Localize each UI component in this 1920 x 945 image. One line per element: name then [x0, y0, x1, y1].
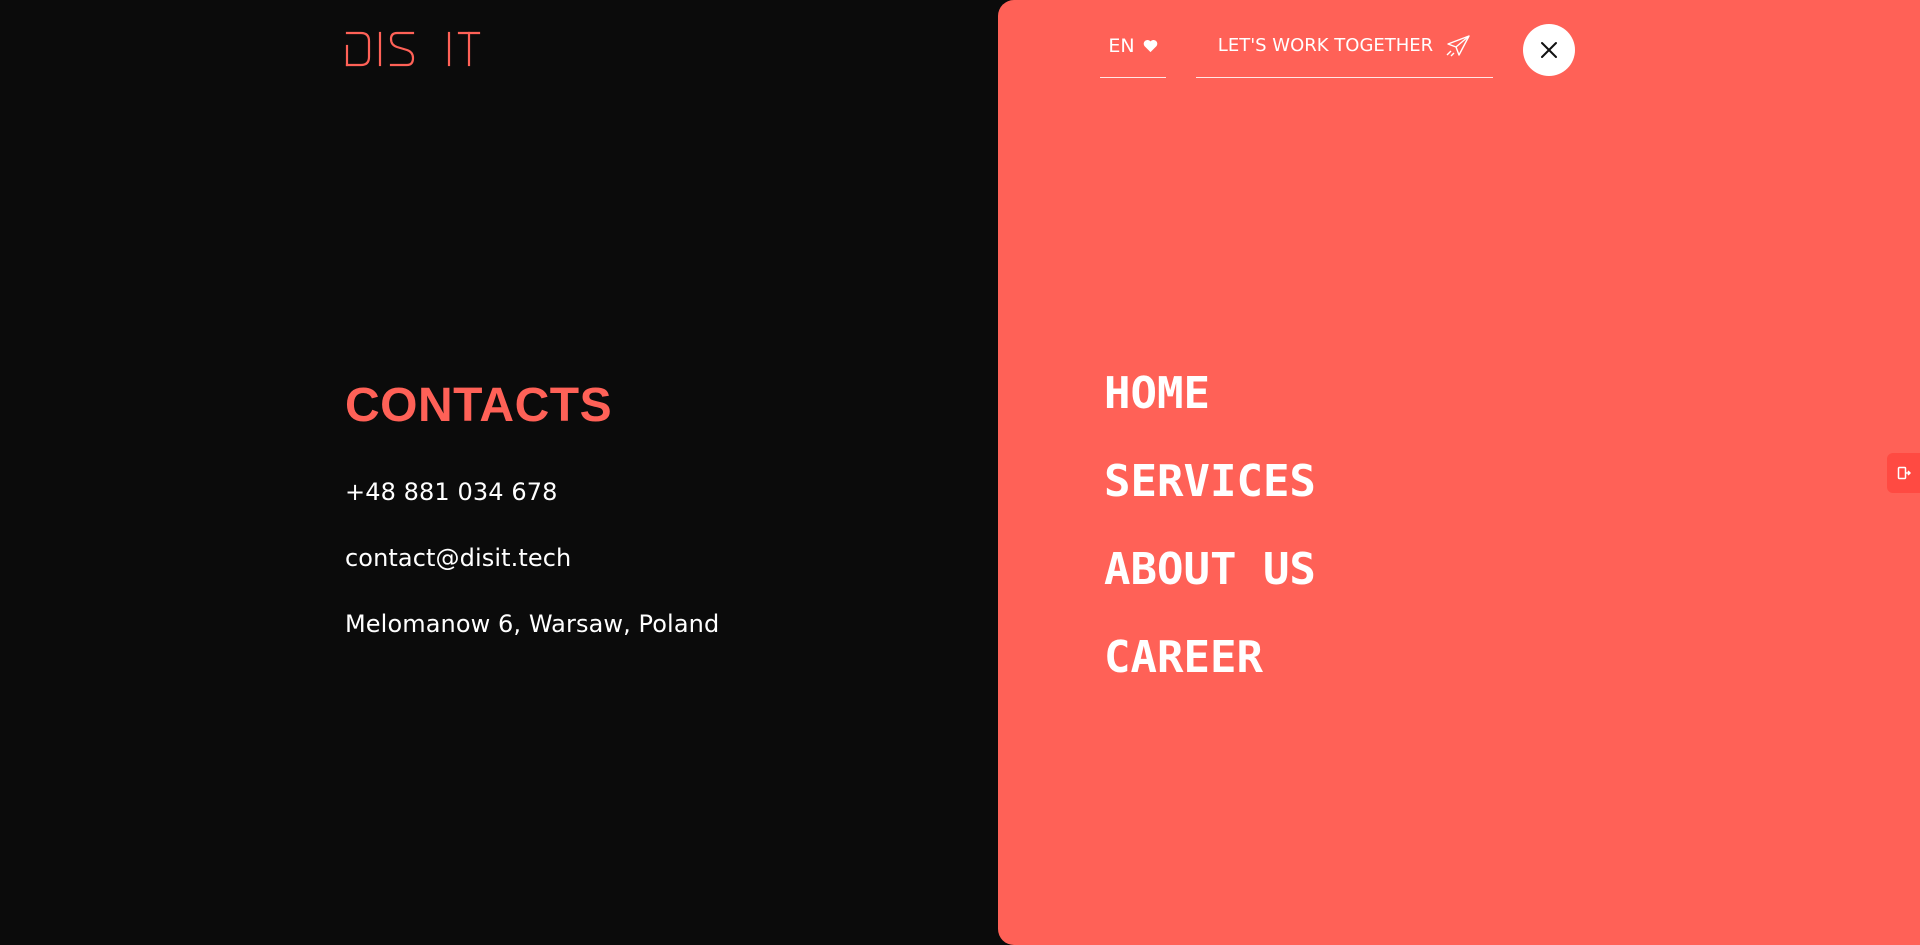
phone-link[interactable]: +48 881 034 678: [345, 478, 719, 506]
side-tab-button[interactable]: [1887, 453, 1920, 493]
address-text: Melomanow 6, Warsaw, Poland: [345, 610, 720, 638]
cta-label: LET'S WORK TOGETHER: [1217, 35, 1434, 56]
paper-plane-icon: [1446, 34, 1470, 56]
language-label: EN: [1108, 34, 1135, 57]
close-menu-button[interactable]: [1523, 24, 1575, 76]
nav-item-about-us[interactable]: ABOUT US: [1104, 526, 1316, 614]
nav-item-career[interactable]: CAREER: [1104, 614, 1316, 702]
site-logo[interactable]: [345, 30, 481, 68]
language-selector[interactable]: EN: [1100, 22, 1166, 78]
nav-item-home[interactable]: HOME: [1104, 350, 1316, 438]
close-icon: [1541, 42, 1557, 58]
lets-work-together-button[interactable]: LET'S WORK TOGETHER: [1196, 22, 1493, 78]
exit-icon: [1897, 466, 1911, 480]
main-navigation: HOME SERVICES ABOUT US CAREER: [1104, 350, 1316, 702]
email-link[interactable]: contact@disit.tech: [345, 544, 719, 572]
page: CONTACTS +48 881 034 678 contact@disit.t…: [0, 0, 1920, 945]
contacts-title: CONTACTS: [345, 379, 613, 432]
nav-item-services[interactable]: SERVICES: [1104, 438, 1316, 526]
contacts-section: CONTACTS +48 881 034 678 contact@disit.t…: [345, 382, 719, 676]
heart-icon: [1143, 39, 1157, 52]
